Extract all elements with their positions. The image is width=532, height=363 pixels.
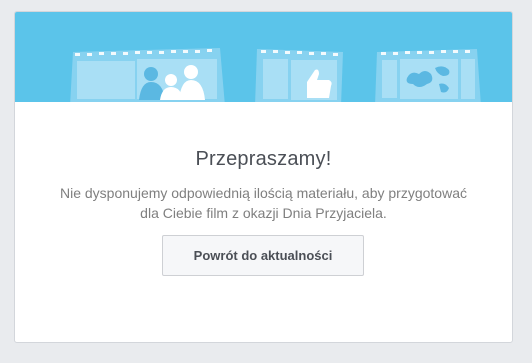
film-strip-map-icon bbox=[375, 49, 481, 102]
banner bbox=[15, 12, 512, 102]
error-title: Przepraszamy! bbox=[195, 148, 332, 170]
back-to-news-button[interactable]: Powrót do aktualności bbox=[162, 235, 364, 276]
film-strip-friends-icon bbox=[70, 48, 225, 102]
error-card: Przepraszamy! Nie dysponujemy odpowiedni… bbox=[14, 11, 513, 343]
error-message: Nie dysponujemy odpowiednią ilością mate… bbox=[60, 185, 467, 221]
banner-illustration bbox=[70, 48, 481, 102]
film-strip-thumbsup-icon bbox=[255, 49, 343, 102]
